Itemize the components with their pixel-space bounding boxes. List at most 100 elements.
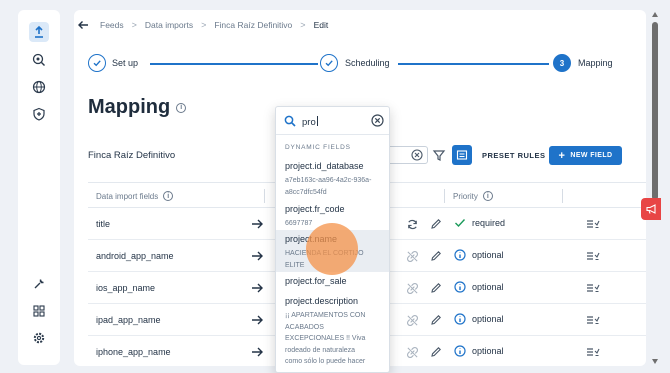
upload-icon[interactable] [29, 22, 49, 42]
info-icon[interactable]: i [163, 191, 174, 201]
preset-rules-icon-button[interactable] [452, 145, 472, 165]
scroll-up-arrow-icon[interactable] [652, 12, 658, 17]
info-icon[interactable]: i [482, 191, 493, 201]
page-title: Mapping [88, 96, 171, 118]
option-value-line: como sólo lo puede hacer [285, 358, 366, 365]
priority-label: optional [472, 346, 504, 356]
option-name: project.id_database [285, 161, 364, 171]
arrow-right-icon [252, 219, 263, 229]
scrollbar-thumb[interactable] [652, 22, 658, 200]
clear-circle-icon[interactable] [411, 149, 423, 161]
page-title-group: Mapping i [88, 96, 187, 119]
info-circle-icon [454, 313, 466, 325]
check-icon [455, 219, 466, 228]
radar-search-icon[interactable] [29, 50, 49, 70]
option-name: project.fr_code [285, 204, 345, 214]
edit-pencil-icon[interactable] [430, 346, 442, 358]
step-3-number[interactable]: 3 [553, 54, 571, 72]
edit-pencil-icon[interactable] [430, 282, 442, 294]
list-item[interactable]: project.description ¡¡ APARTAMENTOS CON … [276, 293, 389, 372]
option-value: 6697787 [285, 220, 313, 227]
grid-icon[interactable] [29, 301, 49, 321]
column-divider [444, 189, 445, 203]
priority-label: optional [472, 250, 504, 260]
new-field-button[interactable]: + NEW FIELD [549, 146, 622, 165]
link-off-icon[interactable] [406, 346, 419, 359]
field-name: ipad_app_name [96, 315, 161, 325]
col-priority-header: Priority i [453, 191, 493, 201]
priority-label: optional [472, 314, 504, 324]
dropdown-search-input[interactable]: pro [276, 107, 389, 135]
rules-list-icon[interactable] [586, 346, 600, 358]
link-off-icon[interactable] [406, 314, 419, 327]
refresh-link-icon[interactable] [406, 218, 419, 231]
list-item[interactable]: project.fr_code 6697787 [276, 201, 389, 231]
option-value: ¡¡ APARTAMENTOS CON ACABADOS EXCEPCIONAL… [285, 310, 382, 368]
clear-circle-icon[interactable] [371, 114, 384, 127]
edit-pencil-icon[interactable] [430, 314, 442, 326]
step-1-label: Set up [112, 58, 139, 68]
breadcrumb-separator-icon: > [201, 20, 207, 30]
col-priority-label: Priority [453, 191, 478, 201]
shield-icon[interactable] [29, 104, 49, 124]
search-icon [284, 115, 296, 127]
priority-cell: optional [454, 313, 504, 325]
scroll-down-arrow-icon[interactable] [652, 359, 658, 364]
list-item[interactable]: project.id_database a7eb163c-aa96-4a2c-9… [276, 159, 389, 201]
priority-cell: optional [454, 249, 504, 261]
priority-cell: required [454, 217, 505, 229]
breadcrumb-data-imports[interactable]: Data imports [145, 20, 193, 30]
field-name: ios_app_name [96, 283, 156, 293]
wrench-icon[interactable] [29, 274, 49, 294]
column-divider [562, 189, 563, 203]
section-header: DYNAMIC FIELDS [285, 144, 351, 151]
option-value-line: ELITE [285, 261, 305, 269]
info-circle-icon [454, 281, 466, 293]
option-value-line: ¡¡ APARTAMENTOS CON [285, 312, 366, 319]
rules-list-icon[interactable] [586, 250, 600, 262]
import-name: Finca Raíz Definitivo [88, 150, 176, 161]
col-fields-label: Data import fields [96, 191, 159, 201]
text-caret [316, 116, 318, 126]
option-value-line: rodeado de naturaleza [285, 346, 356, 354]
plus-icon: + [558, 149, 566, 162]
rules-list-icon[interactable] [586, 282, 600, 294]
new-field-label: NEW FIELD [570, 152, 613, 159]
globe-icon[interactable] [29, 77, 49, 97]
rules-list-icon[interactable] [586, 314, 600, 326]
field-search-dropdown: pro DYNAMIC FIELDS project.id_database a… [275, 106, 390, 373]
page-scrollbar[interactable] [651, 10, 659, 366]
list-item-highlighted[interactable]: project.name HACIENDA EL CORTIJO ELITE [276, 230, 389, 272]
edit-pencil-icon[interactable] [430, 250, 442, 262]
step-1-check-icon[interactable] [88, 54, 106, 72]
gear-icon[interactable] [29, 328, 49, 348]
breadcrumb-feeds[interactable]: Feeds [100, 20, 124, 30]
left-sidebar [18, 10, 60, 365]
col-fields-header: Data import fields i [96, 191, 174, 201]
feedback-megaphone-tab[interactable] [641, 198, 661, 220]
edit-pencil-icon[interactable] [430, 218, 442, 230]
link-off-icon[interactable] [406, 282, 419, 295]
rules-list-icon[interactable] [586, 218, 600, 230]
column-divider [264, 189, 265, 203]
field-name: title [96, 219, 111, 229]
priority-label: required [472, 218, 506, 228]
breadcrumb-import-name[interactable]: Finca Raíz Definitivo [214, 20, 292, 30]
filter-icon[interactable] [432, 148, 446, 162]
option-value: a7eb163c-aa96-4a2c-936a-a8cc7dfc54fd [285, 175, 382, 198]
option-value-line: EXCEPCIONALES !! Viva [285, 335, 366, 342]
option-value: HACIENDA EL CORTIJO ELITE [285, 248, 382, 271]
step-3-label: Mapping [578, 58, 613, 68]
megaphone-icon [646, 204, 656, 214]
info-icon[interactable]: i [176, 102, 187, 113]
step-2-check-icon[interactable] [320, 54, 338, 72]
back-arrow-icon[interactable] [74, 16, 92, 34]
preset-rules-button[interactable]: PRESET RULES [482, 151, 546, 160]
breadcrumb-current: Edit [313, 20, 329, 30]
arrow-right-icon [252, 283, 263, 293]
breadcrumb-separator-icon: > [131, 20, 137, 30]
priority-cell: optional [454, 281, 504, 293]
arrow-right-icon [252, 347, 263, 357]
breadcrumb: Feeds > Data imports > Finca Raíz Defini… [74, 15, 328, 35]
link-off-icon[interactable] [406, 250, 419, 263]
